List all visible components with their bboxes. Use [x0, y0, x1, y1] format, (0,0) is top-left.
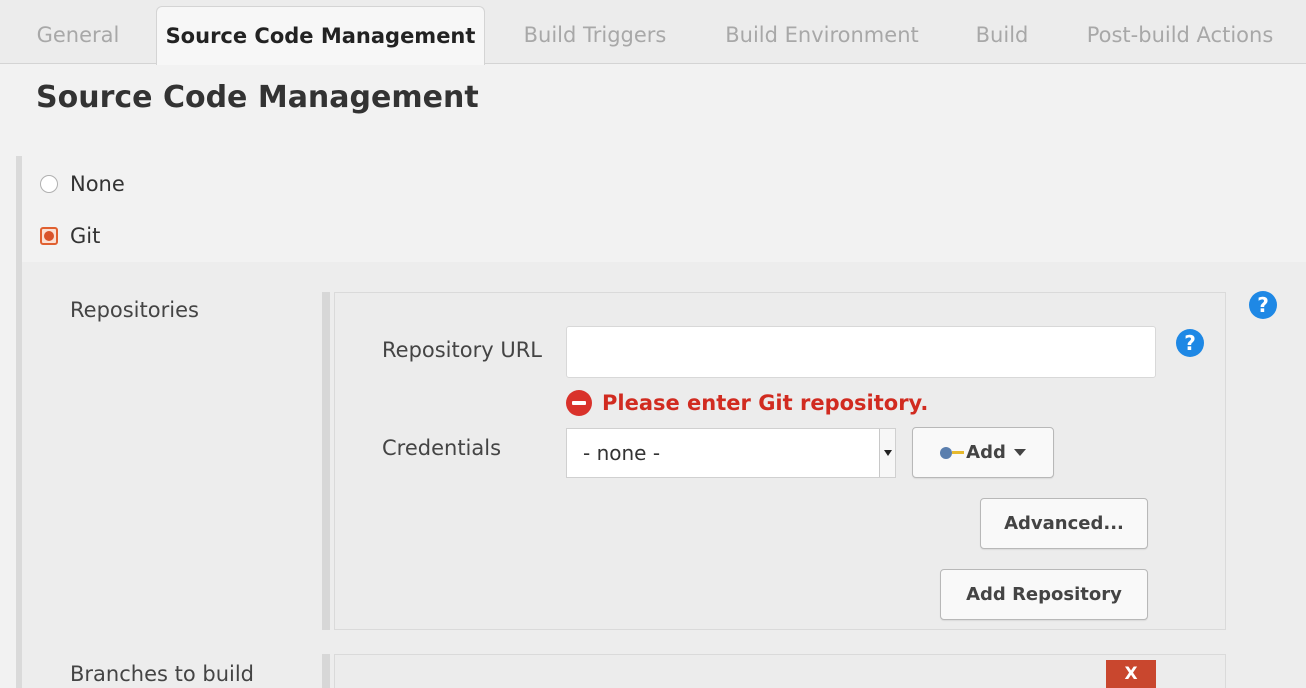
repositories-help-icon[interactable]: ? — [1249, 291, 1277, 319]
tab-source-code-management[interactable]: Source Code Management — [156, 6, 485, 65]
branches-panel — [334, 654, 1226, 688]
branches-to-build-label: Branches to build — [70, 662, 255, 686]
error-message: Please enter Git repository. — [602, 391, 929, 415]
tab-build-environment[interactable]: Build Environment — [705, 6, 939, 64]
credentials-select[interactable]: - none - — [566, 428, 896, 478]
add-repository-button[interactable]: Add Repository — [940, 569, 1148, 620]
tab-build-triggers[interactable]: Build Triggers — [500, 6, 690, 64]
radio-option-git[interactable]: Git — [40, 221, 100, 251]
select-arrow-icon[interactable] — [879, 429, 895, 477]
radio-none-label: None — [70, 172, 125, 196]
section-title: Source Code Management — [36, 80, 479, 115]
branches-indent-bar — [322, 654, 330, 688]
radio-none-indicator[interactable] — [40, 175, 58, 193]
tab-build[interactable]: Build — [958, 6, 1046, 64]
repository-url-label: Repository URL — [382, 338, 543, 362]
repository-url-help-icon[interactable]: ? — [1176, 329, 1204, 357]
key-icon — [940, 446, 965, 459]
tab-general[interactable]: General — [18, 6, 138, 64]
tab-bar: General Source Code Management Build Tri… — [0, 0, 1306, 65]
repository-url-input[interactable] — [566, 326, 1156, 378]
caret-down-icon — [1013, 449, 1026, 456]
credentials-selected-value: - none - — [583, 441, 661, 465]
repositories-label: Repositories — [70, 298, 199, 322]
error-icon — [566, 390, 592, 416]
tab-post-build-actions[interactable]: Post-build Actions — [1066, 6, 1294, 64]
radio-git-label: Git — [70, 224, 101, 248]
repository-url-error: Please enter Git repository. — [566, 388, 928, 418]
delete-branch-button[interactable]: X — [1106, 660, 1156, 688]
credentials-label: Credentials — [382, 436, 502, 460]
repositories-indent-bar — [322, 292, 330, 630]
add-credentials-button[interactable]: Add — [912, 427, 1054, 478]
radio-option-none[interactable]: None — [40, 169, 125, 199]
advanced-button[interactable]: Advanced... — [980, 498, 1148, 549]
radio-git-indicator[interactable] — [40, 227, 58, 245]
add-credentials-label: Add — [966, 442, 1006, 463]
